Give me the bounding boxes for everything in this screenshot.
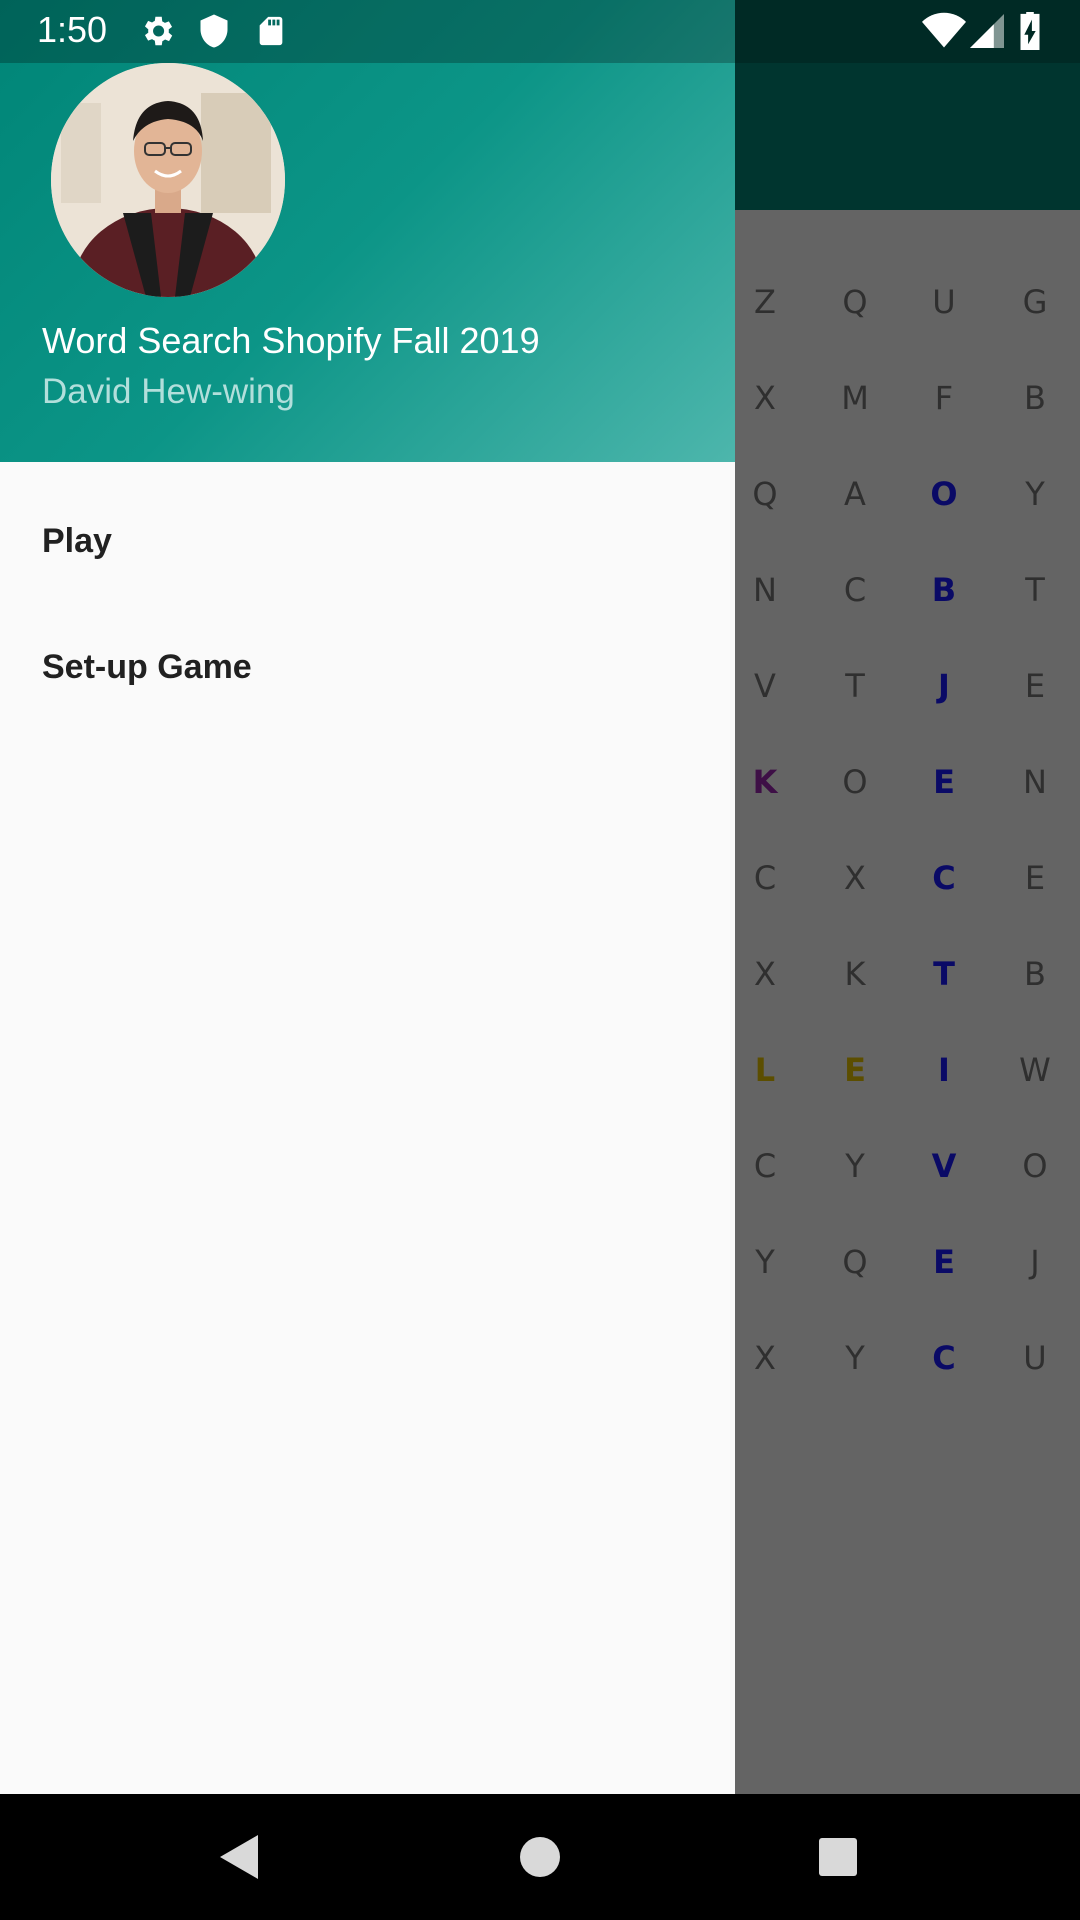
navigation-drawer: Word Search Shopify Fall 2019 David Hew-… — [0, 0, 735, 1794]
navigation-bar — [0, 1794, 1080, 1920]
back-icon[interactable] — [208, 1827, 268, 1887]
recents-icon[interactable] — [808, 1827, 868, 1887]
profile-photo — [51, 63, 285, 297]
home-icon[interactable] — [510, 1827, 570, 1887]
drawer-subtitle: David Hew-wing — [42, 372, 295, 411]
signal-icon — [970, 12, 1004, 54]
menu-item-play[interactable]: Play — [0, 484, 735, 610]
settings-icon — [138, 12, 176, 54]
battery-icon — [1018, 12, 1042, 54]
shield-icon — [196, 12, 232, 54]
drawer-title: Word Search Shopify Fall 2019 — [42, 320, 540, 361]
menu-item-label: Set-up Game — [42, 648, 252, 686]
avatar — [51, 63, 285, 297]
status-time: 1:50 — [37, 9, 108, 50]
menu-item-label: Play — [42, 522, 112, 560]
drawer-header: Word Search Shopify Fall 2019 David Hew-… — [0, 0, 735, 462]
wifi-icon — [922, 12, 966, 54]
sd-card-icon — [254, 12, 288, 54]
status-bar: 1:50 — [0, 0, 1080, 63]
menu-item-setup-game[interactable]: Set-up Game — [0, 610, 735, 736]
